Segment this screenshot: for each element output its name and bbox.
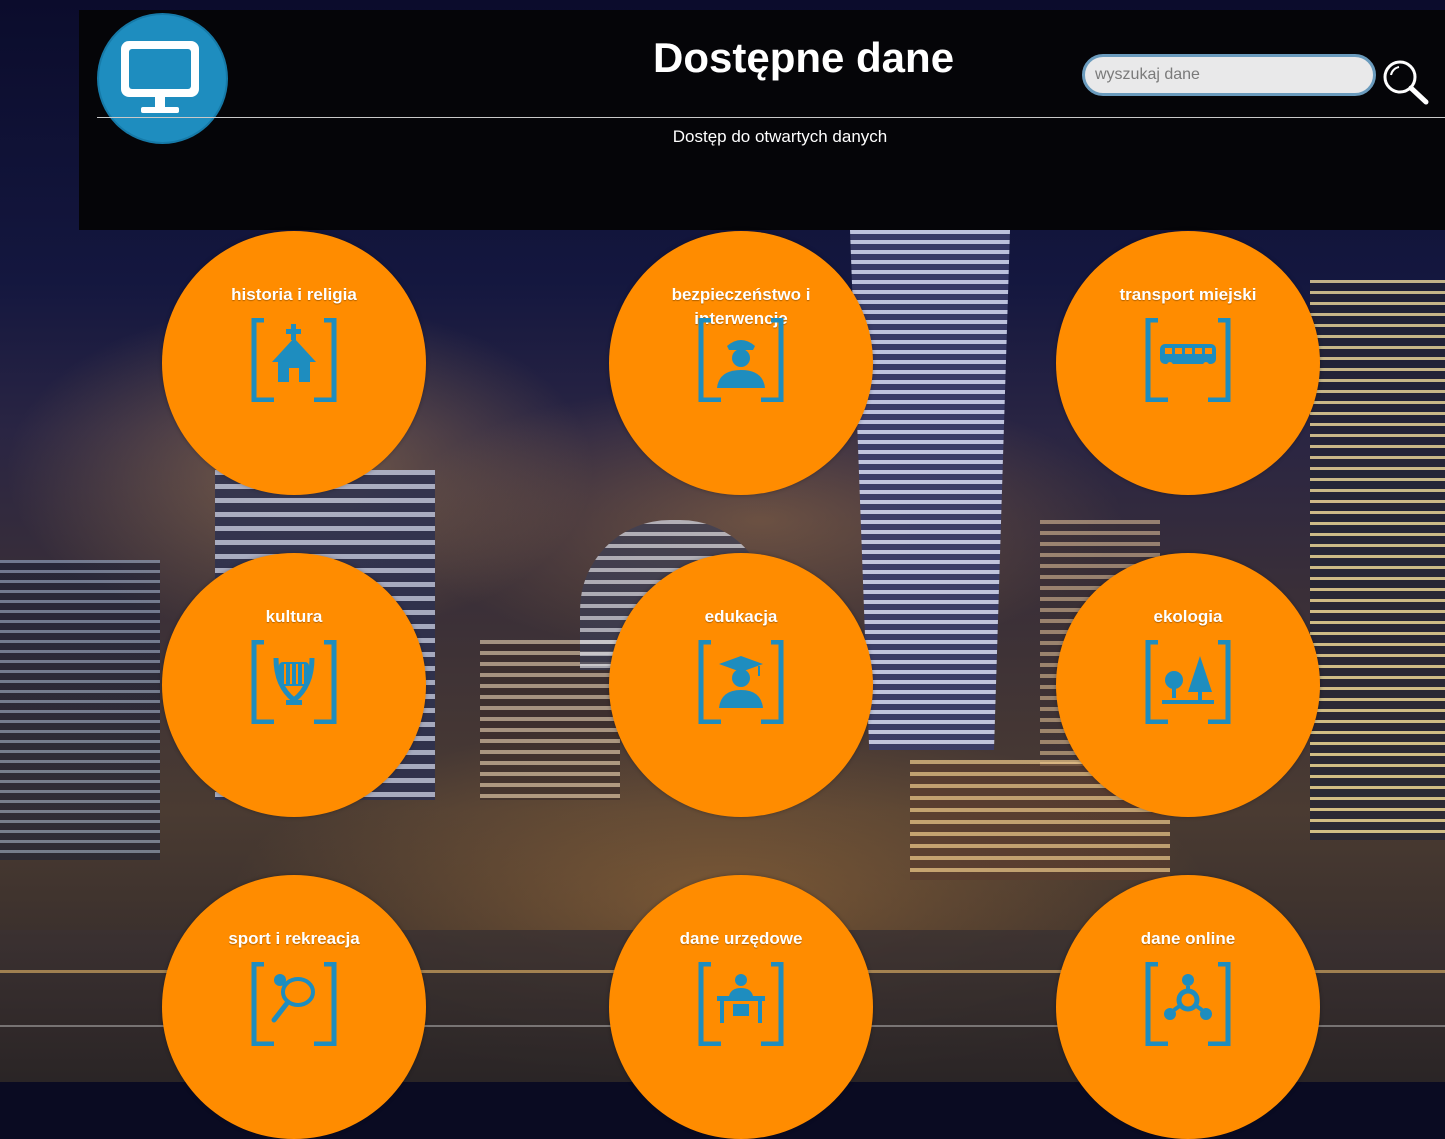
page-subtitle: Dostęp do otwartych danych [672,127,888,146]
category-label: edukacja [704,607,778,626]
category-historia-i-religia[interactable]: historia i religia [162,231,426,495]
search-button[interactable] [1380,56,1432,108]
site-logo[interactable] [99,15,226,142]
search-icon [1383,60,1429,105]
lyre-icon [251,640,337,724]
category-dane-online[interactable]: dane online [1056,875,1320,1139]
category-edukacja[interactable]: edukacja [609,553,873,817]
monitor-icon [121,41,199,113]
bus-icon [1145,318,1231,402]
category-label: dane urzędowe [679,929,803,948]
category-transport-miejski[interactable]: transport miejski [1056,231,1320,495]
office-clerk-icon [698,962,784,1046]
trees-icon [1145,640,1231,724]
graduate-icon [698,640,784,724]
category-label: transport miejski [1119,285,1257,304]
racket-ball-icon [251,962,337,1046]
category-label: kultura [265,607,323,626]
category-label: sport i rekreacja [228,929,360,948]
category-ekologia[interactable]: ekologia [1056,553,1320,817]
police-officer-icon [698,318,784,402]
category-label: historia i religia [231,285,357,304]
header-divider [97,117,1445,118]
network-nodes-icon [1145,962,1231,1046]
category-sport-i-rekreacja[interactable]: sport i rekreacja [162,875,426,1139]
category-label: ekologia [1153,607,1223,626]
category-bezpieczenstwo-i-interwencje[interactable]: bezpieczeństwo i interwencje [609,231,873,495]
church-icon [251,318,337,402]
category-label: dane online [1140,929,1236,948]
page-title: Dostępne dane [653,34,955,81]
category-kultura[interactable]: kultura [162,553,426,817]
search-input[interactable] [1082,54,1376,96]
category-dane-urzedowe[interactable]: dane urzędowe [609,875,873,1139]
